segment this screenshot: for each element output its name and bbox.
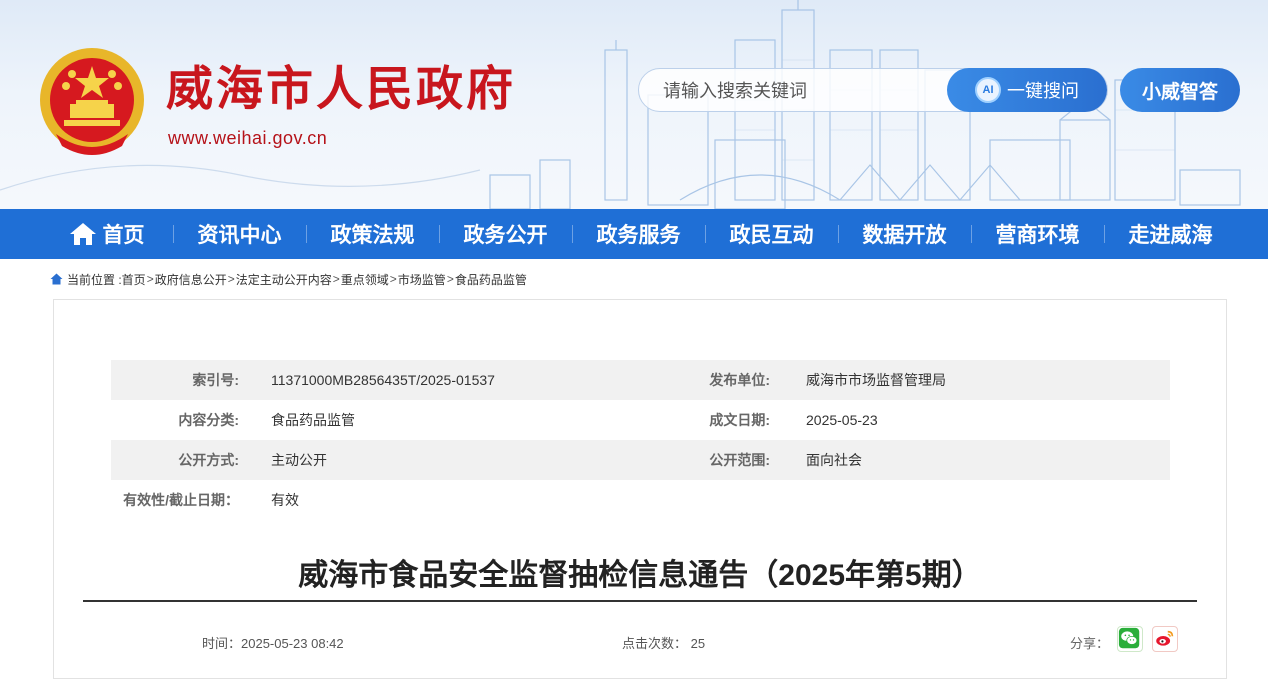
meta-row: 公开方式: 主动公开 公开范围: 面向社会 <box>111 440 1170 480</box>
nav-item-business[interactable]: 营商环境 <box>971 209 1104 259</box>
share-wechat-button[interactable] <box>1117 626 1143 652</box>
publish-time: 时间：2025-05-23 08:42 <box>202 636 344 651</box>
article-info-bar: 时间：2025-05-23 08:42 点击次数： 25 分享： <box>54 626 1226 656</box>
breadcrumb-separator: > <box>389 272 397 286</box>
ai-search-label: 一键搜问 <box>1007 81 1079 101</box>
nav-item-interaction[interactable]: 政民互动 <box>705 209 838 259</box>
wechat-icon <box>1118 627 1140 649</box>
meta-row: 索引号: 11371000MB2856435T/2025-01537 发布单位:… <box>111 360 1170 400</box>
site-header: 威海市人民政府 www.weihai.gov.cn AI 一键搜问 小威智答 <box>0 0 1268 209</box>
breadcrumb-current[interactable]: 食品药品监管 <box>455 271 527 288</box>
validity-value: 有效 <box>271 492 299 508</box>
ai-icon: AI <box>975 77 1001 103</box>
home-icon <box>69 223 96 245</box>
breadcrumb-link[interactable]: 重点领域 <box>341 271 389 288</box>
date-label: 成文日期: <box>709 412 770 428</box>
breadcrumb-prefix: 当前位置 : <box>67 272 122 287</box>
breadcrumb-separator: > <box>146 272 154 286</box>
nav-item-open-data[interactable]: 数据开放 <box>838 209 971 259</box>
validity-label: 有效性/截止日期： <box>123 492 239 508</box>
nav-item-gov-disclosure[interactable]: 政务公开 <box>439 209 572 259</box>
nav-item-policy[interactable]: 政策法规 <box>306 209 439 259</box>
search-input[interactable] <box>661 77 935 105</box>
click-count: 点击次数： 25 <box>622 636 706 651</box>
breadcrumb-link[interactable]: 法定主动公开内容 <box>236 271 332 288</box>
search-box: AI 一键搜问 <box>638 68 1108 112</box>
title-divider <box>83 600 1197 602</box>
site-url: www.weihai.gov.cn <box>168 128 328 148</box>
breadcrumb: 当前位置 : 首页 > 政府信息公开 > 法定主动公开内容 > 重点领域 > 市… <box>50 270 527 288</box>
nav-item-label: 首页 <box>102 224 145 247</box>
breadcrumb-separator: > <box>446 272 454 286</box>
nav-item-gov-service[interactable]: 政务服务 <box>572 209 705 259</box>
breadcrumb-link[interactable]: 市场监管 <box>398 271 446 288</box>
breadcrumb-separator: > <box>332 272 340 286</box>
index-label: 索引号: <box>192 372 239 388</box>
publisher-value: 威海市市场监督管理局 <box>806 372 946 388</box>
share-label: 分享： <box>1070 636 1110 651</box>
document-meta-table: 索引号: 11371000MB2856435T/2025-01537 发布单位:… <box>111 360 1170 520</box>
scope-value: 面向社会 <box>806 452 862 468</box>
breadcrumb-link[interactable]: 首页 <box>122 271 146 288</box>
nav-item-home[interactable]: 首页 <box>40 209 173 259</box>
index-value: 11371000MB2856435T/2025-01537 <box>271 372 495 388</box>
share-weibo-button[interactable] <box>1152 626 1178 652</box>
weibo-icon <box>1153 627 1175 649</box>
meta-row: 内容分类: 食品药品监管 成文日期: 2025-05-23 <box>111 400 1170 440</box>
publisher-label: 发布单位: <box>709 372 770 388</box>
article-title: 威海市食品安全监督抽检信息通告（2025年第5期） <box>298 559 982 592</box>
nav-item-news[interactable]: 资讯中心 <box>173 209 306 259</box>
method-value: 主动公开 <box>271 452 327 468</box>
national-emblem-icon <box>40 48 144 155</box>
category-label: 内容分类: <box>178 412 239 428</box>
method-label: 公开方式: <box>178 452 239 468</box>
ai-search-button[interactable]: AI 一键搜问 <box>947 68 1107 112</box>
category-value: 食品药品监管 <box>271 412 355 428</box>
main-nav: 首页 资讯中心 政策法规 政务公开 政务服务 政民互动 数据开放 营商环境 走进… <box>0 209 1268 259</box>
nav-item-about-weihai[interactable]: 走进威海 <box>1104 209 1237 259</box>
breadcrumb-separator: > <box>227 272 235 286</box>
breadcrumb-link[interactable]: 政府信息公开 <box>155 271 227 288</box>
xiaowei-assistant-button[interactable]: 小威智答 <box>1120 68 1240 112</box>
article-card: 索引号: 11371000MB2856435T/2025-01537 发布单位:… <box>53 299 1227 679</box>
meta-row: 有效性/截止日期： 有效 <box>111 480 1170 520</box>
location-home-icon <box>50 273 63 285</box>
scope-label: 公开范围: <box>709 452 770 468</box>
site-title: 威海市人民政府 <box>166 62 516 117</box>
date-value: 2025-05-23 <box>806 412 878 428</box>
